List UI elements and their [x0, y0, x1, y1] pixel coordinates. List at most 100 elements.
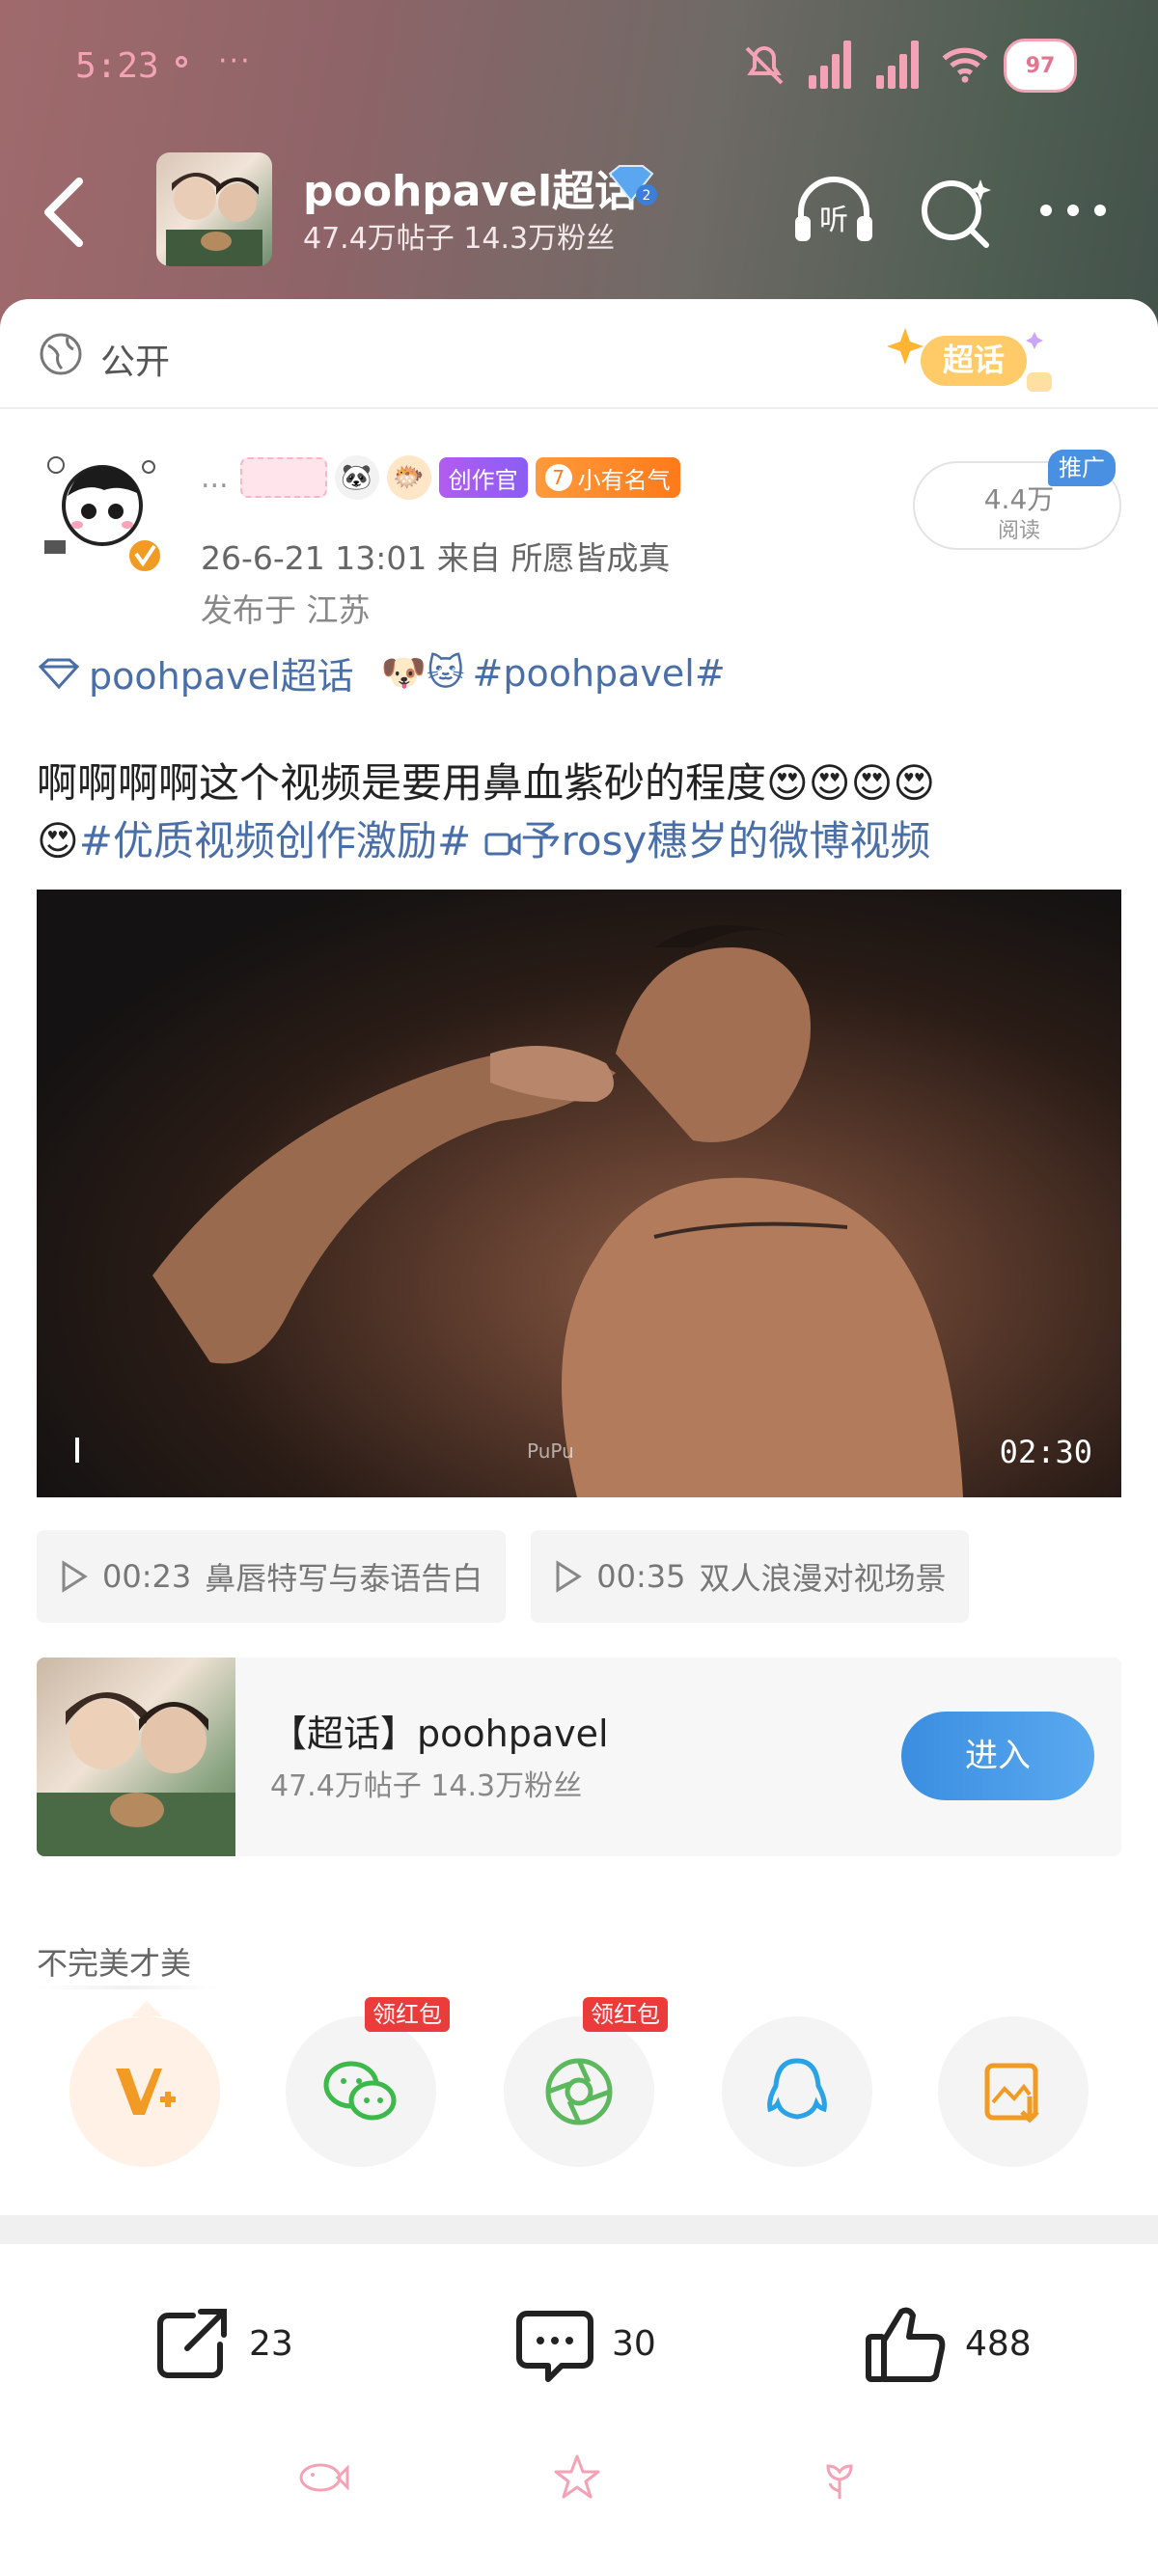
chapter-time: 00:23 [102, 1558, 192, 1595]
video-link-text: 予rosy穗岁的微博视频 [520, 817, 931, 864]
fame-level: 7 [544, 464, 572, 491]
post-text-line-2: 😍#优质视频创作激励# 予rosy穗岁的微博视频 [37, 812, 1127, 870]
red-packet-tag: 领红包 [365, 1997, 450, 2032]
author-name-ellipsis[interactable]: ... [201, 461, 229, 495]
visibility-row: 公开 超话 [0, 299, 1158, 409]
bottom-decor [0, 2451, 1158, 2518]
creator-badge[interactable]: 创作官 [438, 457, 528, 498]
battery-icon: 97 [1004, 39, 1077, 93]
repost-count: 23 [249, 2323, 293, 2364]
section-divider [0, 2215, 1158, 2244]
supertopic-card-stats: 47.4万帖子 14.3万粉丝 [270, 1769, 583, 1803]
topic-title: poohpavel超话 [303, 167, 638, 216]
chaohua-stamp-text: 超话 [943, 342, 1005, 378]
share-wechat-button[interactable]: 领红包 [286, 1997, 450, 2167]
supertopic-card-title: 【超话】poohpavel [270, 1713, 609, 1755]
wechat-icon [323, 2061, 397, 2121]
headphones-icon: 听 [795, 177, 872, 241]
topic-avatar[interactable] [156, 152, 272, 266]
topic-link-text: poohpavel超话 [89, 655, 354, 698]
share-row: 领红包 领红包 [0, 1997, 1158, 2171]
fish-icon [299, 2463, 349, 2492]
flower-icon [826, 2464, 853, 2499]
signal-2-icon [876, 37, 924, 89]
header: 5:23 ··· 97 poohpavel超话 2 47.4万帖子 14.3万粉… [0, 0, 1158, 328]
video-link[interactable]: 予rosy穗岁的微博视频 [484, 817, 931, 864]
video-duration: 02:30 [999, 1434, 1092, 1470]
search-sparkle-icon[interactable] [913, 166, 1002, 255]
topic-stats: 47.4万帖子 14.3万粉丝 [303, 222, 616, 256]
status-bar: 5:23 ··· 97 [0, 0, 1158, 135]
video-progress-indicator [75, 1438, 79, 1463]
comment-button[interactable]: 30 [513, 2300, 656, 2387]
level-number: 2 [643, 188, 651, 204]
topic-link[interactable]: poohpavel超话 🐶🐱 #poohpavel# [37, 646, 726, 699]
more-options-icon[interactable] [1029, 166, 1117, 255]
like-count: 488 [965, 2323, 1032, 2364]
post-time-source: 26-6-21 13:01 来自 所愿皆成真 [201, 539, 671, 577]
promote-tag[interactable]: 推广 [1048, 450, 1116, 486]
member-card-badge[interactable] [239, 457, 327, 498]
comment-icon [516, 2311, 593, 2382]
vplus-icon [116, 2069, 176, 2115]
diamond-icon [38, 658, 80, 689]
diamond-level-badge-icon: 2 [608, 165, 657, 206]
author-avatar[interactable] [35, 444, 170, 579]
chapter-time: 00:35 [596, 1558, 686, 1595]
visibility-label: 公开 [100, 343, 171, 382]
post-card: 公开 超话 ... 🐼 🐡 创作官 7 小有名气 26-6-21 13:01 来… [0, 299, 1158, 2576]
mute-icon [745, 45, 784, 85]
video-player[interactable]: PuPu 02:30 [37, 890, 1121, 1497]
tagline: 不完美才美 [37, 1945, 192, 1982]
chapter-item[interactable]: 00:35 双人浪漫对视场景 [531, 1530, 970, 1623]
video-chapters: 00:23 鼻唇特写与泰语告白 00:35 双人浪漫对视场景 [37, 1530, 970, 1623]
fame-badge-label: 小有名气 [577, 466, 671, 494]
hashtag-link[interactable]: #优质视频创作激励# [79, 817, 471, 864]
action-bar: 23 30 488 [0, 2258, 1158, 2412]
caret-indicator [131, 2001, 162, 2016]
share-moments-button[interactable]: 领红包 [504, 1997, 668, 2167]
back-arrow-icon[interactable] [37, 174, 91, 251]
fish-badge-icon[interactable]: 🐡 [386, 455, 431, 500]
status-indicators: 97 [733, 37, 1081, 95]
post-text-emoji: 😍 [37, 817, 79, 864]
creator-badge-label: 创作官 [448, 466, 518, 494]
post-meta: 26-6-21 13:01 来自 所愿皆成真 发布于 江苏 [201, 533, 670, 637]
chapter-label: 鼻唇特写与泰语告白 [205, 1560, 483, 1597]
chaohua-stamp-icon: 超话 [887, 328, 1052, 392]
like-button[interactable]: 488 [863, 2300, 1032, 2387]
share-qq-button[interactable] [722, 2016, 872, 2167]
save-image-button[interactable] [938, 2016, 1089, 2167]
share-vplus-button[interactable] [69, 2016, 220, 2167]
save-image-icon [984, 2063, 1039, 2124]
listen-button[interactable]: 听 [789, 166, 878, 255]
repost-icon [157, 2309, 227, 2378]
supertopic-card-image [37, 1658, 235, 1856]
play-icon [62, 1560, 88, 1593]
post-body: 啊啊啊啊这个视频是要用鼻血紫砂的程度😍😍😍😍 😍#优质视频创作激励# 予rosy… [37, 754, 1127, 870]
status-more: ··· [218, 44, 252, 78]
topic-avatar-image [166, 173, 262, 266]
globe-icon [40, 333, 82, 375]
moments-icon [545, 2058, 613, 2125]
post-text-line-1: 啊啊啊啊这个视频是要用鼻血紫砂的程度😍😍😍😍 [37, 759, 936, 807]
supertopic-photo [37, 1692, 235, 1856]
comment-count: 30 [612, 2323, 656, 2364]
notification-dot-icon [176, 56, 187, 68]
chapter-item[interactable]: 00:23 鼻唇特写与泰语告白 [37, 1530, 507, 1623]
author-avatar-image [44, 456, 164, 575]
video-camera-icon [484, 833, 521, 856]
listen-label: 听 [819, 204, 848, 237]
video-frame-image [152, 925, 963, 1497]
chapter-label: 双人浪漫对视场景 [699, 1560, 947, 1597]
fame-badge[interactable]: 7 小有名气 [535, 457, 680, 498]
video-watermark: PuPu [527, 1439, 574, 1463]
supertopic-card[interactable]: 【超话】poohpavel 47.4万帖子 14.3万粉丝 进入 [37, 1658, 1121, 1856]
repost-button[interactable]: 23 [151, 2300, 293, 2387]
enter-button[interactable]: 进入 [901, 1712, 1094, 1800]
panda-badge-icon[interactable]: 🐼 [334, 455, 379, 500]
topic-emoji: 🐶🐱 [380, 651, 465, 694]
read-label: 阅读 [997, 519, 1040, 543]
topic-hashtag: #poohpavel# [472, 651, 726, 695]
wifi-icon [942, 47, 988, 83]
